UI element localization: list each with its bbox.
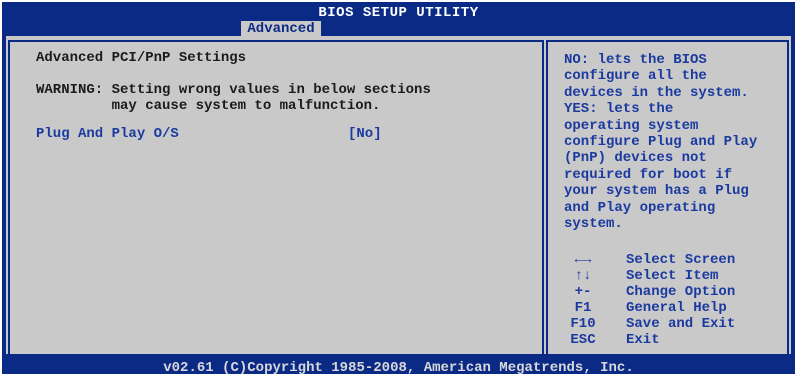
section-title: Advanced PCI/PnP Settings [36,50,247,66]
key-esc: ESC [570,332,596,348]
key-desc-select-screen: Select Screen [626,252,736,268]
plug-and-play-os-label[interactable]: Plug And Play O/S [36,126,179,142]
help-panel: NO: lets the BIOS configure all the devi… [546,40,789,356]
left-right-arrows-icon: ←→ [574,252,592,268]
key-desc-select-item: Select Item [626,268,719,284]
copyright-footer: v02.61 (C)Copyright 1985-2008, American … [163,360,634,376]
help-text: NO: lets the BIOS configure all the devi… [564,52,758,233]
settings-panel: Advanced PCI/PnP Settings WARNING: Setti… [8,40,544,356]
warning-message: WARNING: Setting wrong values in below s… [36,82,431,114]
key-f1: F1 [574,300,592,316]
key-plus-minus: +- [574,284,592,300]
key-desc-exit: Exit [626,332,660,348]
key-f10: F10 [570,316,596,332]
key-desc-general-help: General Help [626,300,727,316]
key-desc-change-option: Change Option [626,284,736,300]
key-desc-save-exit: Save and Exit [626,316,736,332]
bios-title: BIOS SETUP UTILITY [318,5,479,21]
up-down-arrows-icon: ↑↓ [574,268,592,284]
plug-and-play-os-value[interactable]: [No] [348,126,382,142]
